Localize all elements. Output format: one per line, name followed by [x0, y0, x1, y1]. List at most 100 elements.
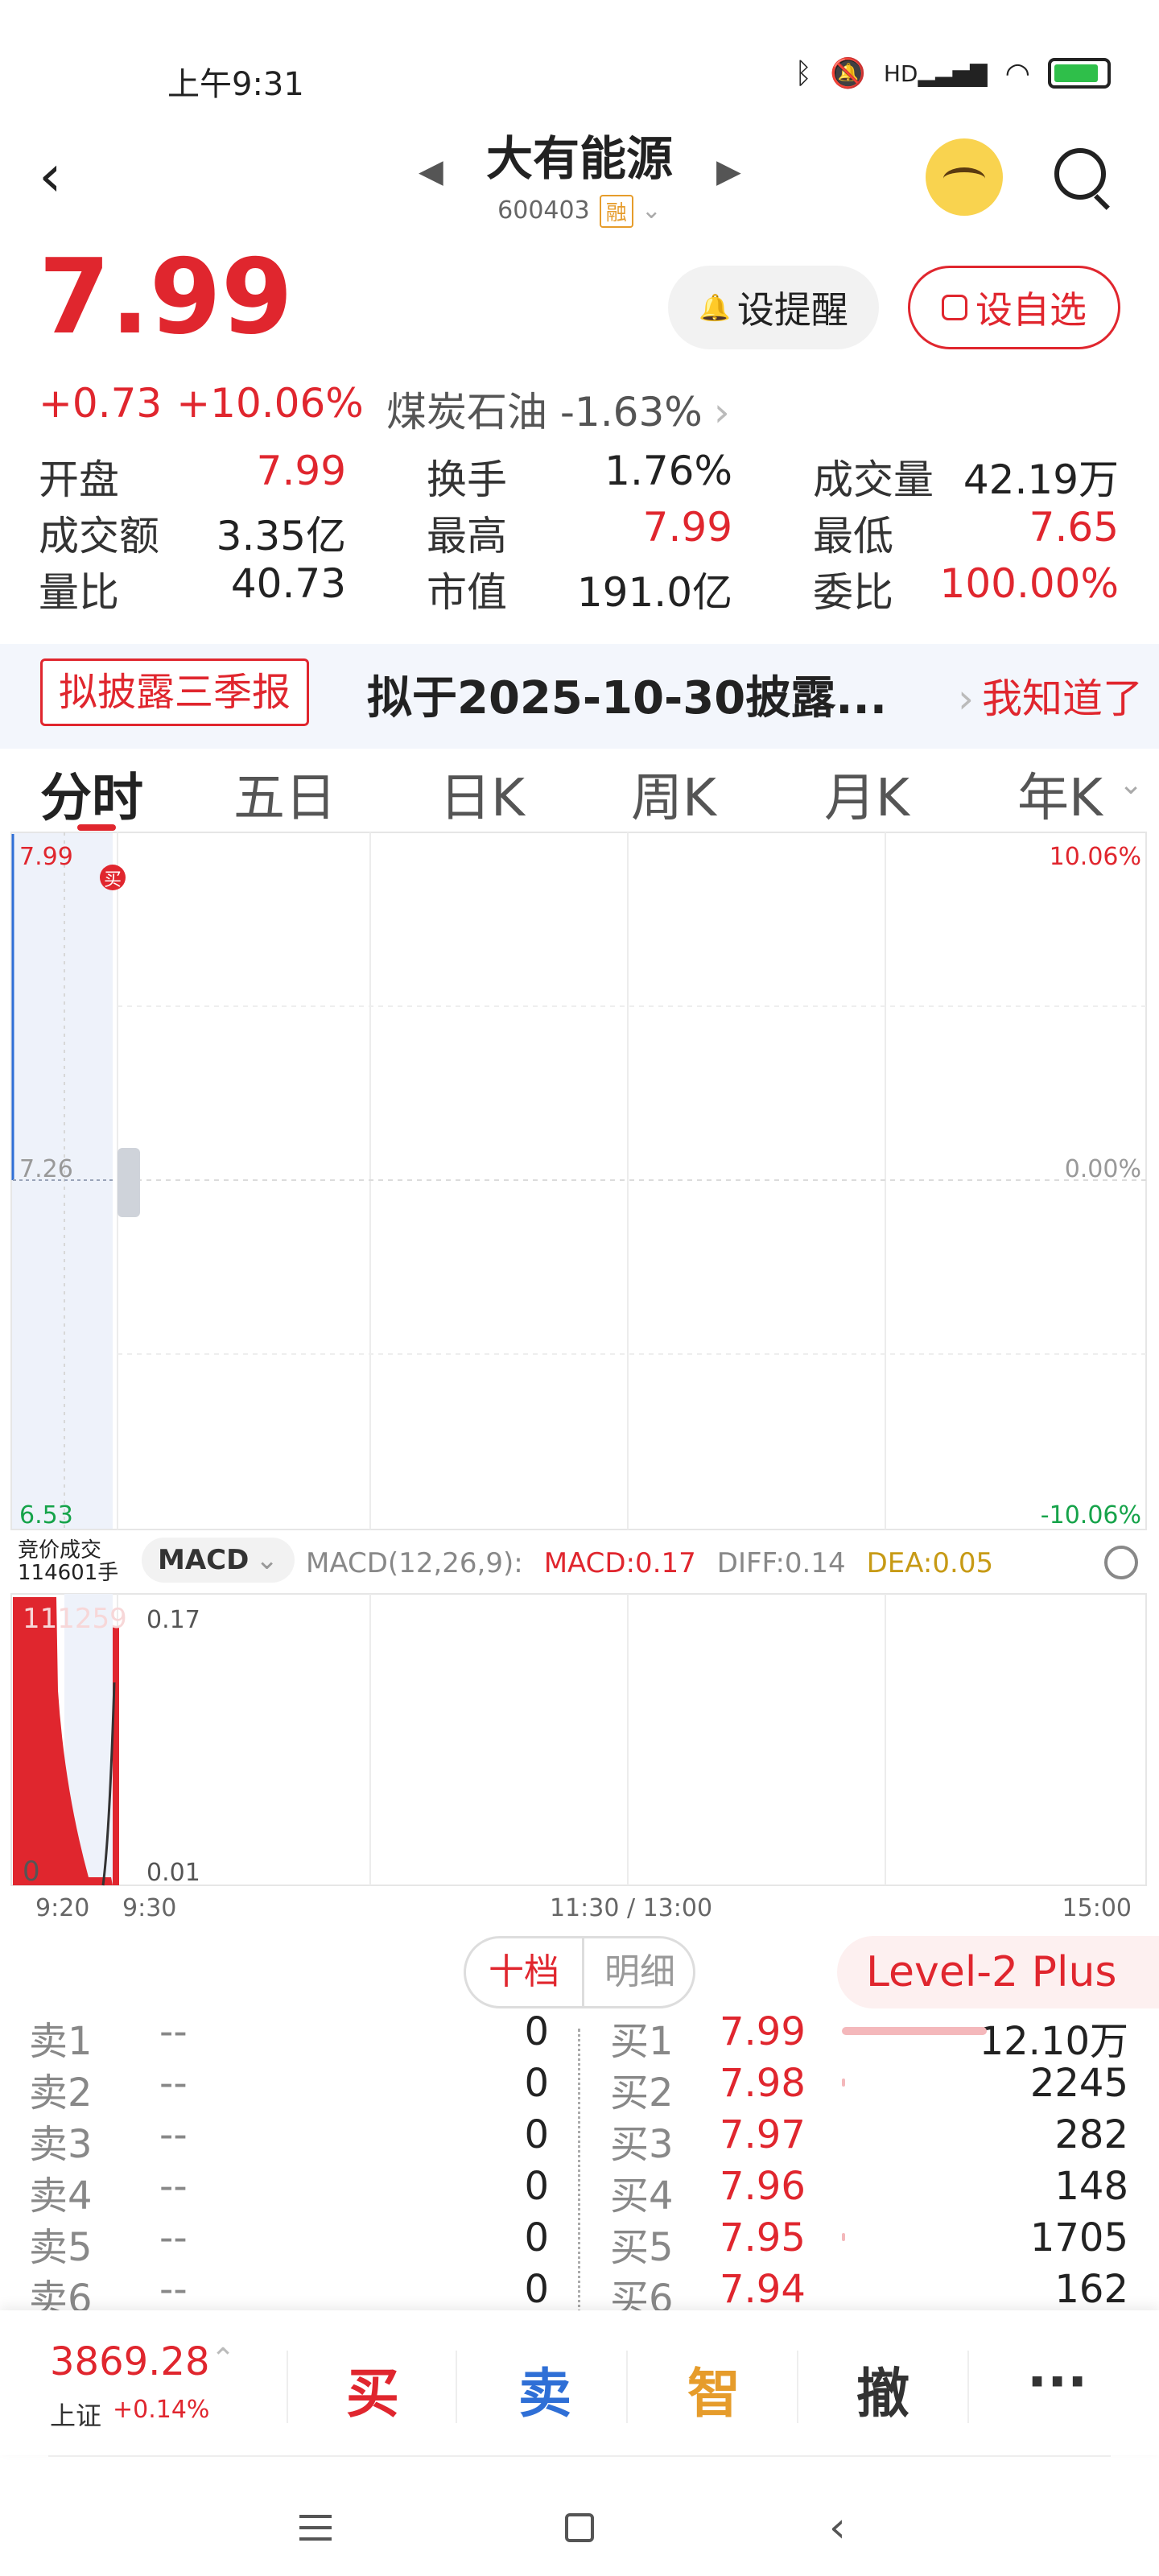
ask-price: -- — [159, 2009, 188, 2054]
price-panel-border — [10, 832, 1147, 1530]
ask-price: -- — [159, 2061, 188, 2106]
stat-item: 量比 40.73 — [39, 560, 346, 616]
bid-volume: 12.10万 — [979, 2019, 1128, 2064]
bid-price: 7.98 — [720, 2061, 806, 2106]
stat-value: 100.00% — [939, 560, 1119, 607]
ask-level: 卖2 — [29, 2070, 93, 2116]
tab-details[interactable]: 明细 — [582, 1938, 695, 2006]
set-alert-button[interactable]: 🔔 设提醒 — [668, 266, 879, 349]
opening-volume-bar — [113, 1626, 119, 1885]
ask-volume: 0 — [524, 2267, 549, 2312]
stat-value: 7.99 — [256, 448, 346, 494]
ask-volume: 0 — [524, 2061, 549, 2106]
ask-volume: 0 — [524, 2164, 549, 2209]
tab-5[interactable]: 年K — [1017, 757, 1103, 831]
macd-axis-bottom: 0.01 — [146, 1859, 200, 1887]
pct-axis-mid: 0.00% — [1065, 1155, 1141, 1183]
bid-level: 买2 — [610, 2070, 674, 2116]
smart-button[interactable]: 智 — [687, 2351, 740, 2428]
chevron-down-icon: ⌄ — [1119, 768, 1144, 801]
ask-price: -- — [159, 2164, 188, 2209]
buy-button[interactable]: 买 — [346, 2351, 399, 2428]
volume-axis-bottom: 0 — [23, 1856, 40, 1888]
stat-value: 191.0亿 — [576, 569, 732, 616]
ask-price: -- — [159, 2215, 188, 2260]
bid-volume-bar — [842, 2027, 987, 2035]
ask-level: 卖3 — [29, 2122, 93, 2167]
bid-price: 7.99 — [720, 2009, 806, 2054]
tab-3[interactable]: 周K — [631, 757, 716, 831]
bid-price: 7.94 — [720, 2267, 806, 2312]
chevron-up-icon: ⌃ — [211, 2343, 236, 2376]
settings-icon[interactable] — [1104, 1546, 1138, 1579]
stat-label: 市值 — [427, 569, 507, 616]
bid-volume: 148 — [1054, 2164, 1128, 2209]
tab-ten-levels[interactable]: 十档 — [466, 1938, 582, 2006]
dea-value: DEA:0.05 — [866, 1547, 994, 1579]
stat-item: 最高 7.99 — [427, 504, 732, 559]
orderbook-row[interactable]: 卖2 -- 0 买2 7.98 2245 — [0, 2061, 1159, 2116]
stat-label: 最低 — [813, 513, 893, 559]
search-icon[interactable] — [1054, 148, 1106, 200]
price-axis-top: 7.99 — [19, 843, 73, 871]
time-axis-label: 9:30 — [122, 1894, 176, 1922]
pct-axis-top: 10.06% — [1050, 843, 1141, 871]
sell-button[interactable]: 卖 — [518, 2351, 571, 2428]
ask-price: -- — [159, 2112, 188, 2157]
index-change: +0.14% — [113, 2396, 210, 2424]
price-axis-bottom: 6.53 — [19, 1501, 73, 1530]
status-bar: 上午9:31 ᛒ 🔕 HD▂▃▅▇ ◠ — [0, 0, 1159, 137]
tab-1[interactable]: 五日 — [233, 757, 336, 831]
system-navigation: ‹ — [0, 2455, 1159, 2576]
chevron-down-icon: ⌄ — [641, 196, 662, 225]
battery-charging-icon — [1048, 58, 1111, 89]
notice-banner[interactable]: 拟披露三季报 拟于2025-10-30披露... › 我知道了 — [0, 644, 1159, 749]
back-nav-icon[interactable]: ‹ — [829, 2504, 846, 2552]
more-button[interactable]: ··· — [1027, 2351, 1087, 2413]
volume-axis-top: 111259 — [23, 1603, 127, 1635]
price-change: +0.73 +10.06% — [39, 380, 378, 427]
tab-4[interactable]: 月K — [824, 757, 909, 831]
bid-price: 7.95 — [720, 2215, 806, 2260]
chart-grid: 买 — [10, 832, 1147, 1886]
macd-panel-border — [10, 1593, 1147, 1886]
change-percent: +10.06% — [176, 380, 364, 427]
auction-volume: 114601手 — [18, 1561, 119, 1585]
dismiss-notice-button[interactable]: › 我知道了 — [958, 667, 1143, 724]
chevron-down-icon: ⌄ — [255, 1544, 278, 1576]
collapse-handle-icon — [118, 1148, 140, 1217]
divider — [48, 2455, 1111, 2457]
stat-value: 3.35亿 — [216, 513, 346, 559]
home-icon[interactable] — [565, 2513, 594, 2542]
orderbook-row[interactable]: 卖3 -- 0 买3 7.97 282 — [0, 2112, 1159, 2167]
add-favorite-button[interactable]: 设自选 — [908, 266, 1120, 349]
time-axis-label: 11:30 / 13:00 — [550, 1894, 712, 1922]
chevron-right-icon: › — [713, 389, 730, 436]
tab-0[interactable]: 分时 — [40, 757, 143, 831]
indicator-legend: 竞价成交 114601手 MACD ⌄ MACD(12,26,9): MACD:0… — [0, 1530, 1159, 1594]
bid-price: 7.97 — [720, 2112, 806, 2157]
price-axis-mid: 7.26 — [19, 1155, 73, 1183]
bell-icon: 🔔 — [699, 292, 731, 323]
orderbook-row[interactable]: 卖4 -- 0 买4 7.96 148 — [0, 2164, 1159, 2219]
index-value: 3869.28 — [50, 2339, 210, 2384]
mascot-icon[interactable] — [926, 138, 1003, 216]
indicator-selector[interactable]: MACD ⌄ — [142, 1538, 295, 1583]
bid-volume: 162 — [1054, 2267, 1128, 2312]
mute-icon: 🔕 — [830, 57, 866, 90]
notice-tag: 拟披露三季报 — [40, 658, 310, 726]
level2-plus-button[interactable]: Level-2 Plus — [837, 1936, 1159, 2008]
stat-value: 7.65 — [1029, 504, 1119, 551]
cancel-order-button[interactable]: 撤 — [856, 2351, 909, 2428]
stat-item: 最低 7.65 — [813, 504, 1119, 559]
divider — [626, 2351, 628, 2423]
next-stock-icon[interactable]: ▶ — [716, 153, 741, 190]
time-axis-label: 9:20 — [35, 1894, 89, 1922]
sector-link[interactable]: 煤炭石油 -1.63% › — [386, 380, 730, 438]
orderbook-row[interactable]: 卖1 -- 0 买1 7.99 12.10万 — [0, 2009, 1159, 2064]
orderbook-row[interactable]: 卖5 -- 0 买5 7.95 1705 — [0, 2215, 1159, 2270]
tab-2[interactable]: 日K — [439, 757, 525, 831]
stat-value: 7.99 — [642, 504, 732, 551]
menu-icon[interactable] — [299, 2515, 332, 2541]
stat-value: 1.76% — [604, 448, 732, 494]
